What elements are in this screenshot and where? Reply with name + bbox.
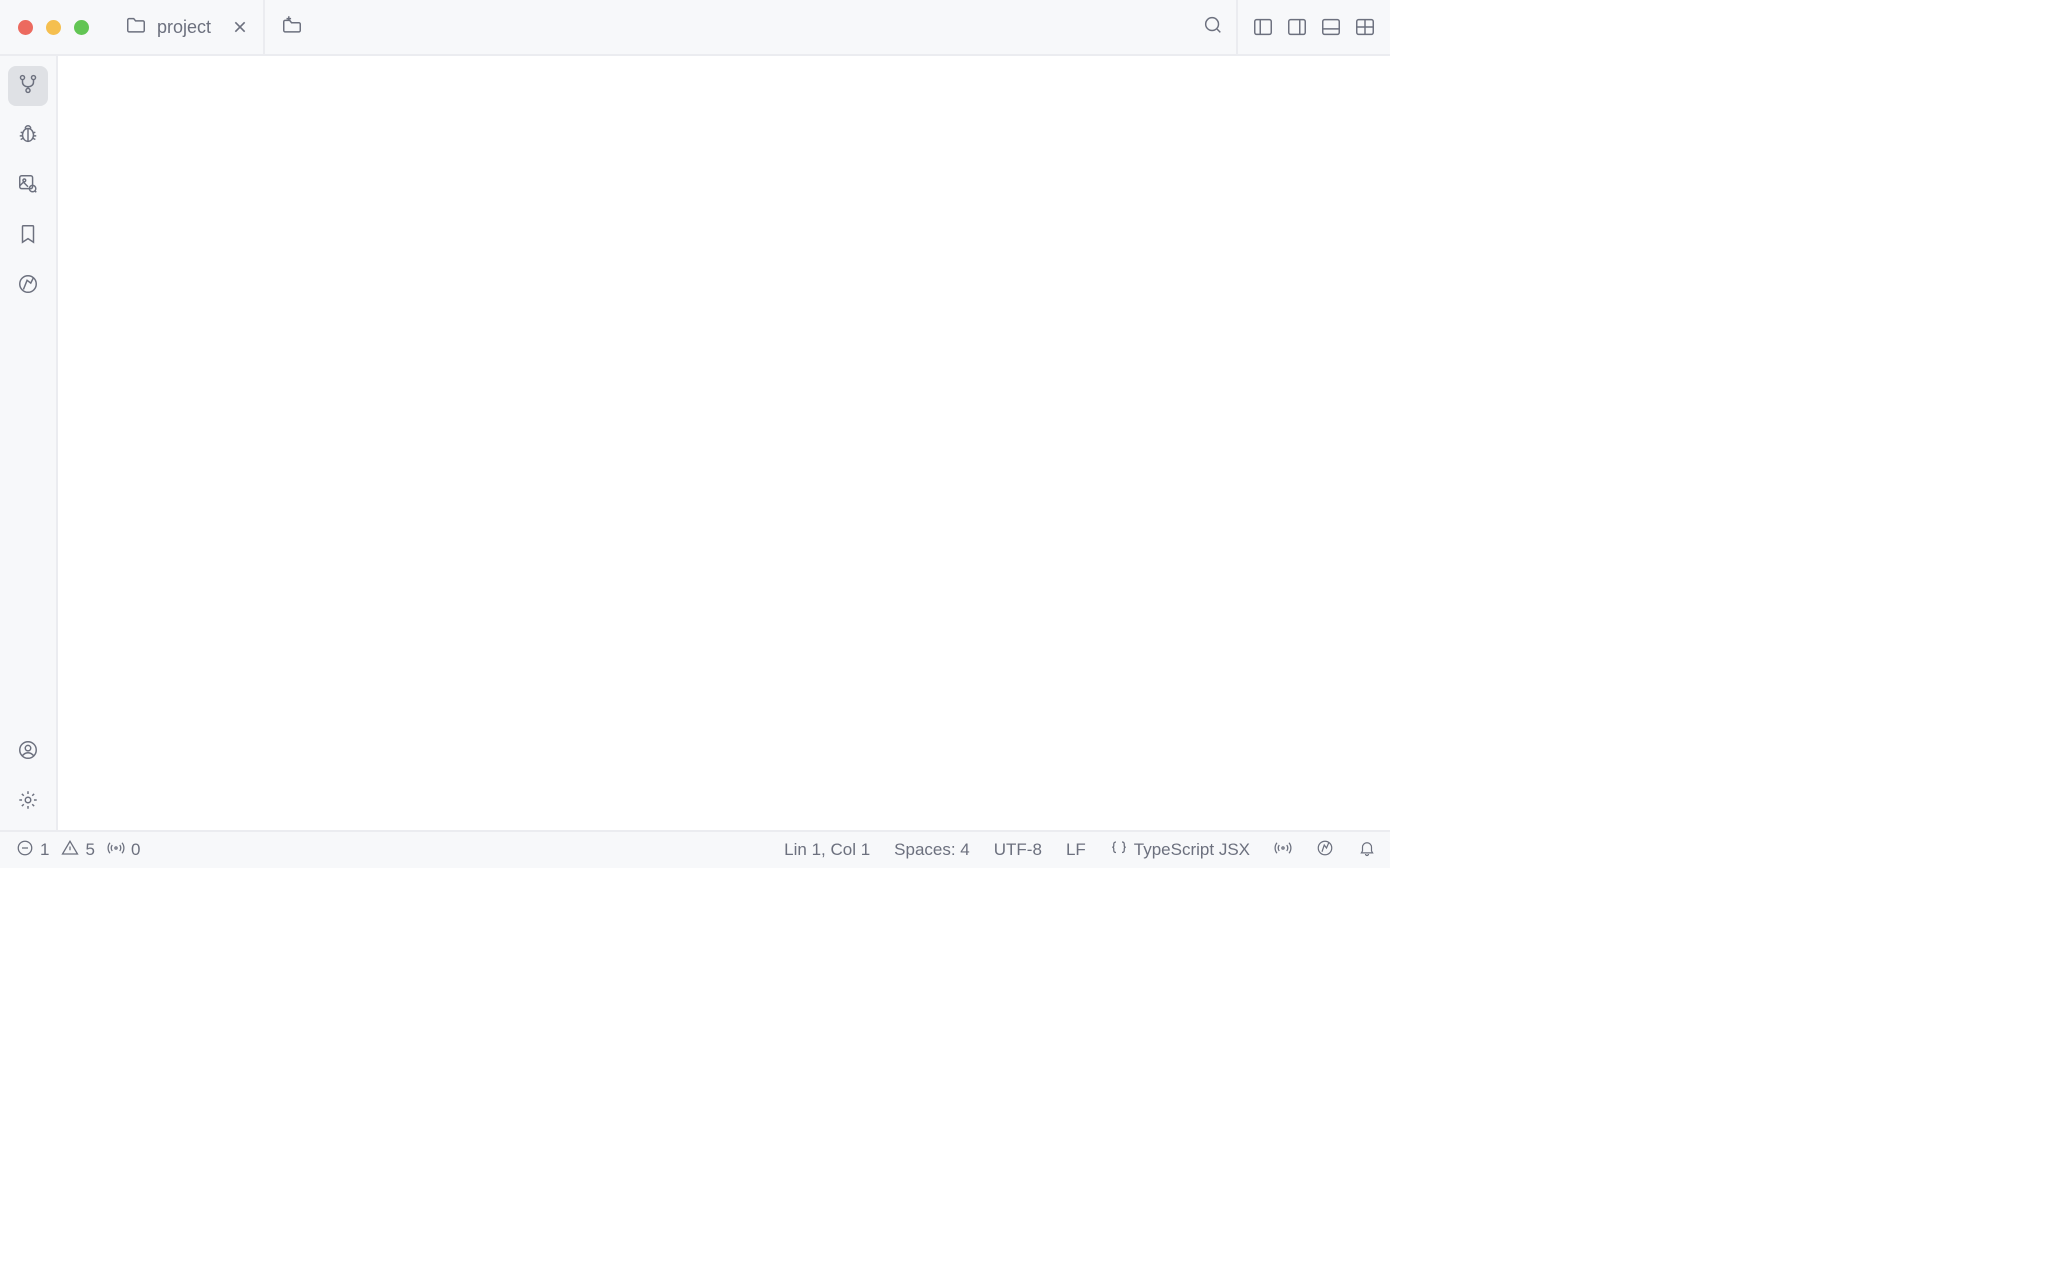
minimize-window-dot[interactable] xyxy=(46,20,61,35)
status-notifications[interactable] xyxy=(1346,839,1380,862)
warning-icon xyxy=(61,839,79,862)
broadcast-icon xyxy=(1274,839,1292,862)
titlebar: project xyxy=(0,0,1390,56)
close-window-dot[interactable] xyxy=(18,20,33,35)
project-tab-label: project xyxy=(157,17,211,38)
bell-icon xyxy=(1358,839,1376,862)
panel-right-icon[interactable] xyxy=(1286,16,1308,38)
bookmark-icon xyxy=(17,223,39,250)
search-icon xyxy=(1202,14,1224,41)
tab-area: project xyxy=(109,0,1190,54)
status-broadcast-left[interactable]: 0 xyxy=(101,839,146,862)
status-warnings[interactable]: 5 xyxy=(55,839,100,862)
close-tab-icon[interactable] xyxy=(229,16,251,38)
gear-icon xyxy=(17,789,39,816)
middle-area xyxy=(0,56,1390,830)
panel-left-icon[interactable] xyxy=(1252,16,1274,38)
open-folder-icon xyxy=(281,14,303,41)
image-search-icon xyxy=(17,173,39,200)
status-line-ending-label: LF xyxy=(1066,840,1086,860)
error-icon xyxy=(16,839,34,862)
sidebar-item-bookmarks[interactable] xyxy=(8,216,48,256)
broadcast-icon xyxy=(107,839,125,862)
status-language-label: TypeScript JSX xyxy=(1134,840,1250,860)
git-branch-icon xyxy=(17,73,39,100)
sidebar-item-settings[interactable] xyxy=(8,782,48,822)
sidebar-item-vcs[interactable] xyxy=(8,66,48,106)
status-cursor-position[interactable]: Lin 1, Col 1 xyxy=(772,840,882,860)
status-error-count: 1 xyxy=(40,840,49,860)
sidebar-item-account[interactable] xyxy=(8,732,48,772)
status-encoding[interactable]: UTF-8 xyxy=(982,840,1054,860)
editor-area[interactable] xyxy=(58,56,1390,830)
user-circle-icon xyxy=(17,739,39,766)
braces-icon xyxy=(1110,839,1128,862)
status-broadcast-right[interactable] xyxy=(1262,839,1304,862)
status-encoding-label: UTF-8 xyxy=(994,840,1042,860)
maximize-window-dot[interactable] xyxy=(74,20,89,35)
statusbar-right: Lin 1, Col 1 Spaces: 4 UTF-8 LF TypeScri… xyxy=(772,839,1380,862)
status-errors[interactable]: 1 xyxy=(10,839,55,862)
status-line-ending[interactable]: LF xyxy=(1054,840,1098,860)
panel-grid-icon[interactable] xyxy=(1354,16,1376,38)
status-indentation[interactable]: Spaces: 4 xyxy=(882,840,982,860)
sidebar-item-debug[interactable] xyxy=(8,116,48,156)
left-sidebar xyxy=(0,56,58,830)
globe-draw-icon xyxy=(17,273,39,300)
status-copilot[interactable] xyxy=(1304,839,1346,862)
open-project-button[interactable] xyxy=(265,0,319,54)
sidebar-item-search[interactable] xyxy=(8,166,48,206)
layout-buttons xyxy=(1238,16,1390,38)
statusbar: 1 5 0 Lin 1, Col 1 Spaces: 4 UTF-8 LF Ty… xyxy=(0,830,1390,868)
status-broadcast-count: 0 xyxy=(131,840,140,860)
status-warning-count: 5 xyxy=(85,840,94,860)
sidebar-item-web[interactable] xyxy=(8,266,48,306)
folder-icon xyxy=(125,14,147,41)
bug-icon xyxy=(17,123,39,150)
search-button[interactable] xyxy=(1190,0,1238,55)
status-indent-label: Spaces: 4 xyxy=(894,840,970,860)
titlebar-right xyxy=(1190,0,1390,54)
panel-bottom-icon[interactable] xyxy=(1320,16,1342,38)
project-tab[interactable]: project xyxy=(109,0,265,54)
traffic-lights xyxy=(0,0,109,54)
status-language[interactable]: TypeScript JSX xyxy=(1098,839,1262,862)
copilot-icon xyxy=(1316,839,1334,862)
status-cursor-label: Lin 1, Col 1 xyxy=(784,840,870,860)
